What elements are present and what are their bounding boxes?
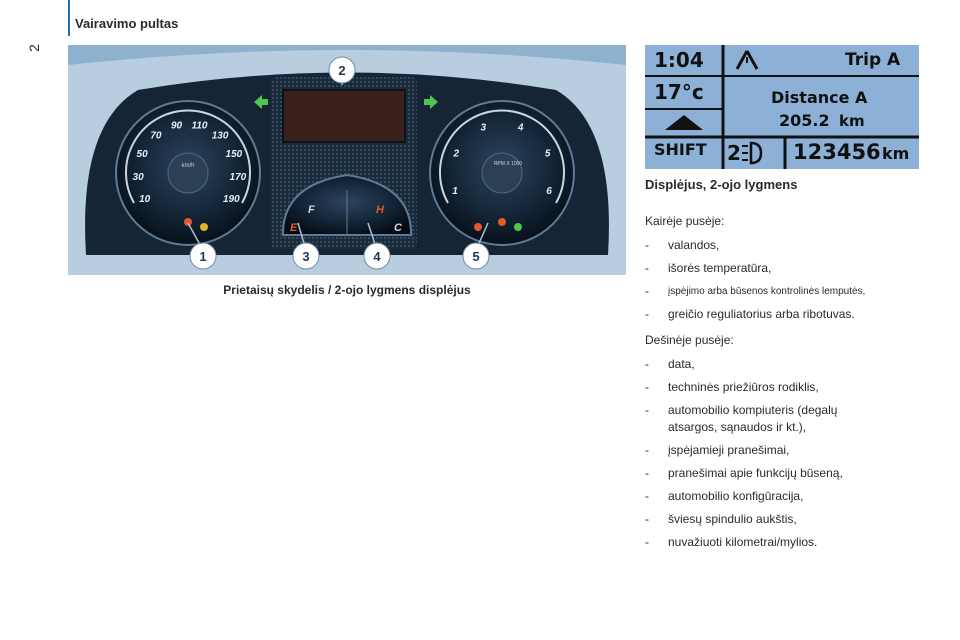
list-item: - šviesų spindulio aukštis,: [645, 512, 797, 526]
lcd-time: 1:04: [654, 48, 704, 72]
instrument-cluster-figure: 1 2 3 4 5 10 30 50 70 90 110 130 150 170 190 1 2 3 4…: [68, 45, 626, 275]
svg-text:4: 4: [373, 249, 381, 264]
tachometer-unit: RPM X 1000: [494, 161, 523, 167]
fuel-empty-label: E: [290, 222, 298, 234]
tachometer-tick-label: 3: [481, 123, 487, 134]
tachometer-tick-label: 5: [545, 149, 551, 160]
temp-hot-label: H: [376, 204, 385, 216]
callout-2: 2: [328, 56, 356, 84]
list-item: - techninės priežiūros rodiklis,: [645, 380, 819, 394]
speedometer-tick-label: 190: [223, 194, 240, 205]
lcd-gear: 2: [727, 141, 741, 165]
cluster-illustration: 1 2 3 4 5 10 30 5070 90 110 130 150 170 190 1 2 3 4…: [68, 50, 626, 275]
list-item: - įspėjamieji pranešimai,: [645, 443, 790, 457]
speedometer-tick-label: 110: [192, 120, 208, 131]
lcd-distance-unit: km: [839, 112, 865, 130]
speedometer-tick-label: 30: [133, 172, 145, 183]
callout-4: 4: [363, 242, 391, 270]
svg-text:2: 2: [338, 63, 345, 78]
speedometer-tick-label: 150: [226, 149, 243, 160]
svg-text:1: 1: [199, 249, 206, 264]
callout-3: 3: [292, 242, 320, 270]
lcd-odometer-unit: km: [882, 144, 910, 163]
list-item: - įspėjimo arba būsenos kontrolinės lempu…: [645, 284, 866, 298]
tachometer-tick-label: 1: [452, 186, 458, 197]
speedometer-tick-label: 90: [171, 120, 183, 131]
page-header-title: Vairavimo pultas: [75, 16, 179, 31]
callout-5: 5: [462, 242, 490, 270]
list-item: - data,: [645, 357, 695, 371]
left-side-title: Kairėje pusėje:: [645, 214, 725, 228]
lcd-trip-label: Trip A: [845, 50, 901, 70]
lcd-display-figure: 1:04 17°c SHIFT 2 Trip A Distance A 205.…: [645, 45, 919, 169]
list-item: - automobilio konfigūracija,: [645, 489, 804, 503]
lcd-shift-label: SHIFT: [654, 140, 707, 159]
callout-1: 1: [189, 242, 217, 270]
list-item: - valandos,: [645, 238, 720, 252]
speedometer-tick-label: 70: [150, 131, 162, 142]
speedometer-tick-label: 10: [139, 194, 151, 205]
lcd-distance-label: Distance A: [771, 88, 868, 107]
list-item: - išorės temperatūra,: [645, 261, 772, 275]
svg-text:3: 3: [302, 249, 309, 264]
tachometer-tick-label: 6: [546, 186, 552, 197]
svg-text:5: 5: [472, 249, 479, 264]
page-number: 2: [25, 44, 42, 52]
right-side-list: Dešinėje pusėje: - data, - techninės priež…: [645, 331, 935, 557]
list-item: - automobilio kompiuteris (degalų atsargo…: [645, 403, 838, 434]
tachometer-tick-label: 2: [453, 149, 460, 160]
speedometer-unit: km/h: [181, 163, 194, 169]
list-item: - greičio reguliatorius arba ribotuvas.: [645, 307, 855, 321]
center-display: [282, 89, 406, 143]
figure-caption: Prietaisų skydelis / 2-ojo lygmens displ…: [223, 283, 471, 297]
left-side-list: Kairėje pusėje: - valandos, - išorės tempe…: [645, 212, 935, 329]
lcd-odometer: 123456: [793, 140, 881, 164]
section-title: Displėjus, 2-ojo lygmens: [645, 177, 798, 192]
lcd-temperature: 17°c: [654, 80, 704, 104]
fuel-full-label: F: [308, 204, 315, 216]
speedometer-tick-label: 170: [230, 172, 247, 183]
list-item: - nuvažiuoti kilometrai/mylios.: [645, 535, 818, 549]
lcd-distance-value: 205.2: [779, 111, 830, 130]
right-side-title: Dešinėje pusėje:: [645, 333, 734, 347]
speedometer-tick-label: 130: [212, 131, 229, 142]
temp-cold-label: C: [394, 222, 403, 234]
tachometer-tick-label: 4: [517, 123, 524, 134]
speedometer-tick-label: 50: [137, 149, 149, 160]
list-item: - pranešimai apie funkcijų būseną,: [645, 466, 843, 480]
header-accent-bar: [68, 0, 70, 36]
